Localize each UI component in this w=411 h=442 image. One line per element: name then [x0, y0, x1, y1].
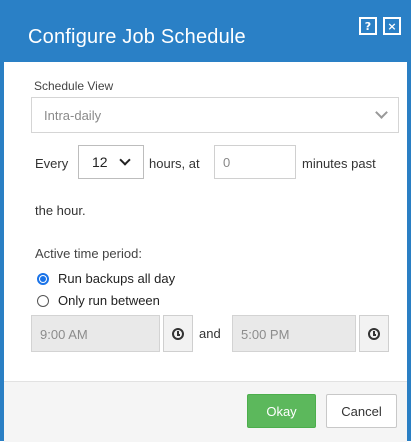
configure-job-schedule-dialog: Configure Job Schedule ? × Schedule View… [0, 0, 411, 442]
the-hour-label: the hour. [35, 203, 86, 218]
help-button[interactable]: ? [359, 17, 377, 35]
chevron-down-icon [375, 106, 388, 119]
end-time-input[interactable]: 5:00 PM [232, 315, 356, 352]
hours-at-label: hours, at [149, 156, 200, 171]
schedule-view-value: Intra-daily [44, 108, 102, 123]
every-label: Every [35, 156, 69, 171]
cancel-button[interactable]: Cancel [326, 394, 397, 428]
hours-value: 12 [92, 154, 108, 170]
start-time-input[interactable]: 9:00 AM [31, 315, 160, 352]
active-time-period-label: Active time period: [35, 246, 142, 261]
minutes-past-label: minutes past [302, 156, 376, 171]
radio-only-run-between[interactable] [37, 295, 49, 307]
radio-run-all-day-label[interactable]: Run backups all day [58, 271, 175, 286]
end-time-picker-button[interactable] [359, 315, 389, 352]
help-icon: ? [364, 19, 372, 33]
schedule-view-label: Schedule View [34, 79, 114, 93]
clock-icon [368, 328, 380, 340]
hours-select[interactable]: 12 [78, 145, 144, 179]
dialog-title: Configure Job Schedule [28, 26, 246, 48]
radio-run-all-day[interactable] [37, 273, 49, 285]
close-icon: × [387, 19, 397, 33]
radio-only-run-between-label[interactable]: Only run between [58, 293, 160, 308]
clock-icon [172, 328, 184, 340]
start-time-value: 9:00 AM [40, 327, 88, 342]
dialog-titlebar: Configure Job Schedule ? × [0, 0, 411, 62]
start-time-picker-button[interactable] [163, 315, 193, 352]
okay-button[interactable]: Okay [247, 394, 316, 428]
end-time-value: 5:00 PM [241, 327, 290, 342]
chevron-down-icon [119, 154, 131, 166]
minutes-value: 0 [223, 155, 231, 170]
close-button[interactable]: × [383, 17, 401, 35]
schedule-view-select[interactable]: Intra-daily [31, 97, 399, 133]
and-label: and [199, 326, 221, 341]
minutes-input[interactable]: 0 [214, 145, 296, 179]
dialog-footer: Okay Cancel [4, 381, 407, 442]
